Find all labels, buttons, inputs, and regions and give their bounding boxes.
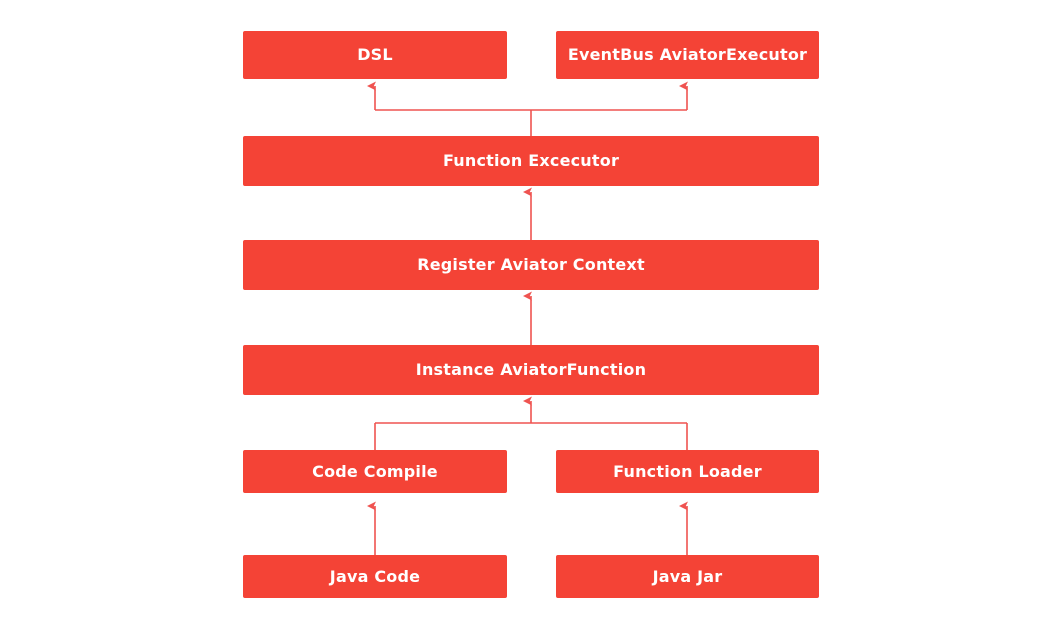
node-dsl[interactable]: DSL (243, 31, 507, 79)
node-function-excecutor-label: Function Excecutor (442, 151, 620, 171)
node-dsl-label: DSL (357, 45, 393, 65)
node-instance-aviator-function-label: Instance AviatorFunction (415, 360, 647, 380)
node-code-compile-label: Code Compile (312, 461, 438, 481)
node-java-jar[interactable]: Java Jar (556, 555, 819, 598)
node-instance-aviator-function[interactable]: Instance AviatorFunction (243, 345, 819, 395)
node-function-excecutor[interactable]: Function Excecutor (243, 136, 819, 186)
node-code-compile[interactable]: Code Compile (243, 450, 507, 493)
node-function-loader[interactable]: Function Loader (556, 450, 819, 493)
node-java-code-label: Java Code (329, 566, 421, 586)
node-java-jar-label: Java Jar (652, 566, 723, 586)
node-register-aviator-context[interactable]: Register Aviator Context (243, 240, 819, 290)
node-function-loader-label: Function Loader (613, 461, 762, 481)
node-register-aviator-context-label: Register Aviator Context (417, 255, 645, 275)
diagram-canvas: DSL EventBus AviatorExecutor Function Ex… (0, 0, 1061, 624)
node-eventbus-aviator-executor-label: EventBus AviatorExecutor (567, 45, 808, 65)
node-java-code[interactable]: Java Code (243, 555, 507, 598)
node-eventbus-aviator-executor[interactable]: EventBus AviatorExecutor (556, 31, 819, 79)
edge-layer (367, 81, 688, 555)
